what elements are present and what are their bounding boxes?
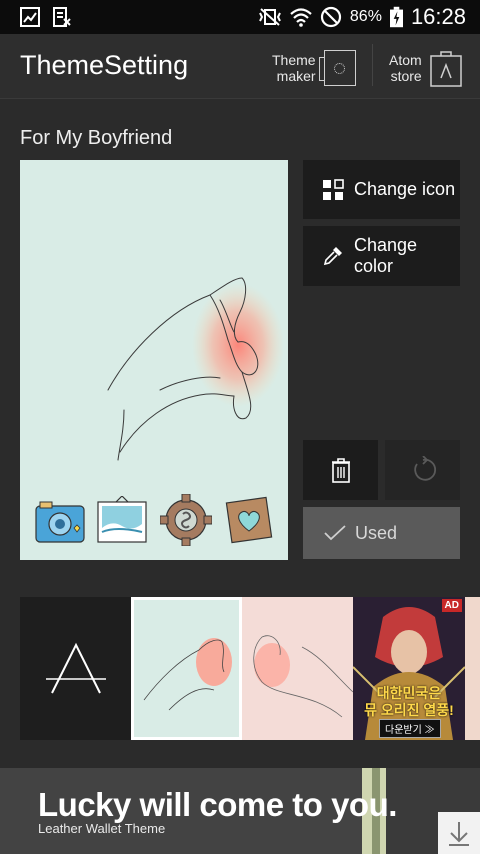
- gallery-app-icon: [97, 496, 147, 543]
- refresh-icon: [413, 456, 436, 481]
- vibrate-icon: [259, 8, 281, 26]
- theme-name: For My Boyfriend: [20, 127, 173, 149]
- theme-preview[interactable]: [20, 160, 288, 560]
- check-icon: [324, 525, 346, 541]
- eyedropper-icon: [323, 247, 342, 266]
- gallery-notification-icon: [20, 7, 40, 27]
- ad-headline-2: 뮤 오리진 열풍!: [364, 702, 454, 718]
- download-button[interactable]: [438, 812, 480, 854]
- status-bar: 86% 16:28: [0, 0, 480, 34]
- theme-thumb-partial[interactable]: [465, 597, 480, 740]
- change-color-label-line1: Change: [354, 235, 418, 255]
- promo-banner[interactable]: Lucky will come to you. Leather Wallet T…: [0, 768, 480, 854]
- delete-button[interactable]: [303, 440, 378, 500]
- change-icon-button[interactable]: Change icon: [303, 160, 460, 219]
- theme-thumb-atom[interactable]: [20, 597, 132, 740]
- camera-app-icon: [35, 501, 85, 543]
- used-button[interactable]: Used: [303, 507, 460, 559]
- theme-maker-icon: [318, 50, 356, 86]
- atom-store-label-line2: store: [390, 68, 422, 84]
- reset-button[interactable]: [385, 440, 460, 500]
- heart-card-app-icon: [225, 496, 273, 544]
- battery-charging-icon: [389, 6, 403, 28]
- change-color-label-line2: color: [354, 256, 394, 276]
- reading-notification-icon: [53, 7, 71, 27]
- thumb-pink-heart-illustration: [253, 635, 353, 718]
- atom-logo-icon: [46, 642, 106, 694]
- theme-thumb-ad[interactable]: AD 대한민국은 뮤 오리진 열풍! 다운받기 ≫: [353, 597, 465, 740]
- trash-icon: [331, 458, 350, 483]
- theme-thumb-for-my-boyfriend[interactable]: [131, 597, 242, 740]
- thumb-heart-illustration: [143, 638, 232, 711]
- atom-store-button[interactable]: Atom store: [389, 44, 462, 92]
- store-bag-icon: [429, 51, 462, 87]
- battery-percent: 86%: [349, 8, 382, 25]
- download-icon: [449, 822, 469, 846]
- banner-subtitle: Leather Wallet Theme: [38, 821, 166, 836]
- theme-list: AD 대한민국은 뮤 오리진 열풍! 다운받기 ≫: [20, 597, 480, 740]
- change-color-button[interactable]: Change color: [303, 226, 460, 286]
- atom-store-label-line1: Atom: [389, 52, 422, 68]
- used-label: Used: [355, 522, 398, 543]
- no-signal-icon: [320, 6, 342, 28]
- icon-dock: [34, 494, 274, 548]
- app-title: ThemeSetting: [20, 50, 189, 80]
- change-icon-label: Change icon: [354, 179, 456, 199]
- theme-maker-button[interactable]: Theme maker: [272, 44, 356, 92]
- settings-app-icon: [160, 494, 212, 546]
- theme-thumb-pink-heart[interactable]: [242, 597, 353, 740]
- ad-cta: 다운받기 ≫: [379, 719, 441, 738]
- theme-maker-label-line1: Theme: [272, 52, 316, 68]
- app-bar-divider: [372, 44, 373, 86]
- grid-icon: [323, 178, 344, 200]
- theme-maker-label-line2: maker: [276, 68, 316, 84]
- clock: 16:28: [410, 4, 466, 29]
- ad-badge: AD: [441, 599, 462, 612]
- banner-title: Lucky will come to you.: [38, 786, 397, 823]
- wifi-icon: [290, 8, 312, 27]
